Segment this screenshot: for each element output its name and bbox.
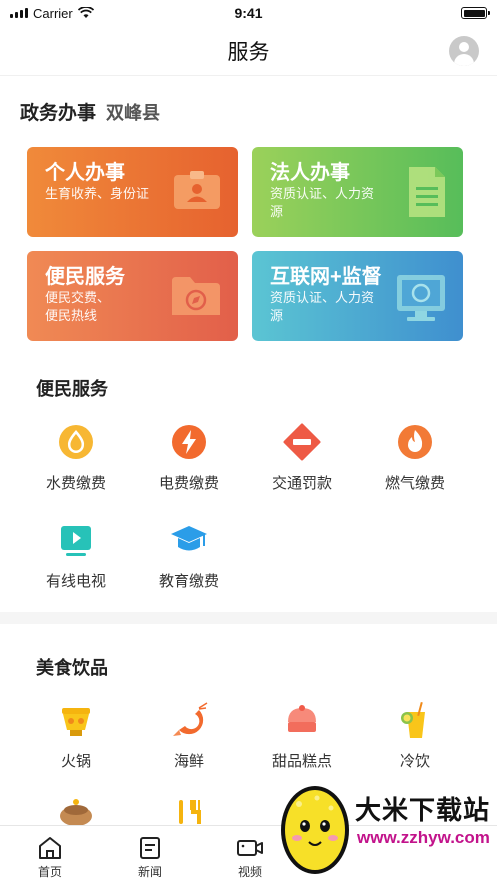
tab-news[interactable]: 新闻 <box>100 826 200 883</box>
card-personal-affairs[interactable]: 个人办事 生育收养、身份证 <box>27 147 238 237</box>
signal-icon <box>10 8 28 18</box>
flame-icon <box>395 422 435 462</box>
folder-icon <box>172 277 220 315</box>
id-card-icon <box>174 171 220 209</box>
news-icon <box>140 837 160 859</box>
grid-item-dessert[interactable]: 甜品糕点 <box>252 700 352 771</box>
tab-label: 新闻 <box>137 865 162 879</box>
hotpot-icon <box>56 700 96 740</box>
watermark-text: 大米下载站 <box>355 796 491 826</box>
video-icon <box>237 840 263 856</box>
grid-item-label: 交通罚款 <box>271 475 332 492</box>
monitor-icon <box>397 275 445 321</box>
card-subtitle: 资质认证、人力资源 <box>270 186 375 219</box>
document-icon <box>409 167 445 217</box>
grid-item-label: 教育缴费 <box>158 573 219 590</box>
grid-item-water-fee[interactable]: 水费缴费 <box>26 422 126 493</box>
status-left: Carrier <box>10 6 94 21</box>
carrier-label: Carrier <box>33 5 73 21</box>
status-bar: Carrier 9:41 <box>0 0 497 26</box>
grid-item-seafood[interactable]: 海鲜 <box>139 700 239 771</box>
shrimp-icon <box>169 700 209 740</box>
grid-item-label: 有线电视 <box>45 573 106 590</box>
grid-item-label: 电费缴费 <box>158 475 219 492</box>
tv-icon <box>56 520 96 560</box>
grid-item-label: 甜品糕点 <box>271 753 332 770</box>
grid-item-label: 冷饮 <box>399 753 430 770</box>
page-title: 服务 <box>227 40 270 64</box>
grid-item-hotpot[interactable]: 火锅 <box>26 700 126 771</box>
food-section-title: 美食饮品 <box>36 658 108 678</box>
tab-label: 视频 <box>237 865 262 879</box>
card-subtitle: 生育收养、身份证 <box>45 186 150 201</box>
wifi-icon <box>77 7 94 18</box>
grid-item-cold-drink[interactable]: 冷饮 <box>365 700 465 771</box>
mascot-logo-icon <box>281 786 349 874</box>
gov-section-header: 政务办事 双峰县 <box>20 98 160 125</box>
card-subtitle: 资质认证、人力资源 <box>270 290 375 323</box>
avatar-icon[interactable] <box>449 36 479 66</box>
graduation-cap-icon <box>169 520 209 560</box>
card-internet-supervision[interactable]: 互联网+监督 资质认证、人力资源 <box>252 251 463 341</box>
gov-section-title: 政务办事 <box>20 103 97 124</box>
grid-item-traffic-fine[interactable]: 交通罚款 <box>252 422 352 493</box>
grid-item-gas-fee[interactable]: 燃气缴费 <box>365 422 465 493</box>
grid-item-education-fee[interactable]: 教育缴费 <box>139 520 239 591</box>
watermark: 大米下载站 www.zzhyw.com <box>267 778 497 883</box>
tab-home[interactable]: 首页 <box>0 826 100 883</box>
cake-icon <box>282 700 322 740</box>
nav-bar: 服务 <box>0 26 497 76</box>
water-drop-icon <box>56 422 96 462</box>
card-legal-affairs[interactable]: 法人办事 资质认证、人力资源 <box>252 147 463 237</box>
grid-item-label: 海鲜 <box>173 753 204 770</box>
section-divider <box>0 612 497 624</box>
lightning-icon <box>169 422 209 462</box>
cold-drink-icon <box>395 700 435 740</box>
card-convenience-services[interactable]: 便民服务 便民交费、便民热线 <box>27 251 238 341</box>
card-subtitle: 便民交费、便民热线 <box>45 290 111 323</box>
status-time: 9:41 <box>234 5 263 21</box>
watermark-url: www.zzhyw.com <box>357 828 490 847</box>
grid-item-label: 燃气缴费 <box>384 475 445 492</box>
grid-item-electricity-fee[interactable]: 电费缴费 <box>139 422 239 493</box>
home-icon <box>39 837 61 859</box>
county-selector[interactable]: 双峰县 <box>106 99 160 125</box>
no-entry-icon <box>282 422 322 462</box>
grid-item-cable-tv[interactable]: 有线电视 <box>26 520 126 591</box>
battery-icon <box>461 7 490 19</box>
grid-item-label: 水费缴费 <box>45 475 106 492</box>
grid-item-label: 火锅 <box>60 753 91 770</box>
tab-label: 首页 <box>37 865 62 879</box>
convenience-section-title: 便民服务 <box>36 379 108 399</box>
